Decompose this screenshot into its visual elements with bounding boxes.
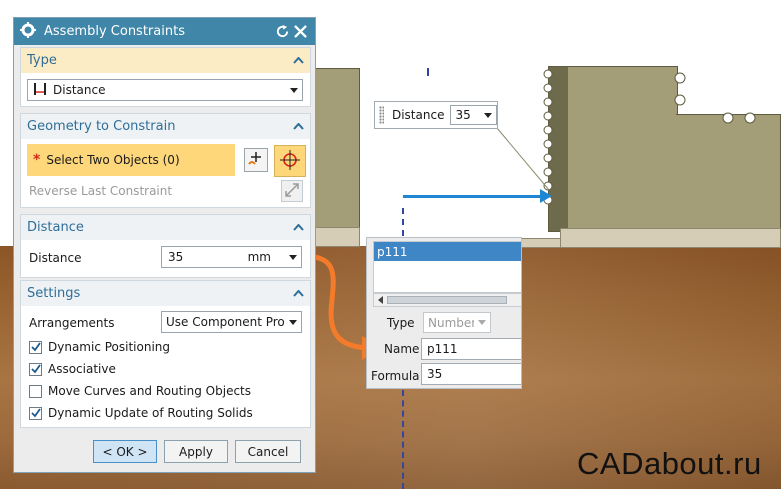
name-value: p111 <box>427 342 458 356</box>
type-section-header[interactable]: Type <box>21 48 310 73</box>
crosshair-icon <box>279 149 301 174</box>
settings-section-title: Settings <box>27 286 81 301</box>
checkbox-box[interactable] <box>29 340 42 354</box>
dialog-titlebar[interactable]: Assembly Constraints <box>14 18 315 45</box>
floating-distance-value: 35 <box>455 108 471 122</box>
scroll-thumb[interactable] <box>387 296 507 304</box>
reset-icon[interactable] <box>273 23 291 41</box>
gap-rail <box>521 238 561 248</box>
checkbox-label: Associative <box>48 362 116 376</box>
distance-section-header[interactable]: Distance <box>21 215 310 240</box>
watermark: CADabout.ru <box>577 446 762 481</box>
scroll-left-icon[interactable] <box>378 296 383 304</box>
expression-list[interactable]: p111 <box>373 241 521 293</box>
distance-label: Distance <box>29 251 82 265</box>
formula-value: 35 <box>427 367 443 381</box>
settings-section-header[interactable]: Settings <box>21 281 310 306</box>
reverse-icon <box>284 182 300 201</box>
distance-section-title: Distance <box>27 220 84 235</box>
expression-panel: p111 Type Number Name p111 Formula 35 <box>366 237 522 389</box>
constraint-axis-top <box>427 68 429 76</box>
distance-value: 35 <box>168 250 184 264</box>
chevron-down-icon <box>289 254 297 260</box>
type-section-title: Type <box>27 53 57 68</box>
type-dropdown: Number <box>423 312 491 333</box>
dialog-title: Assembly Constraints <box>44 24 185 39</box>
chevron-up-icon[interactable] <box>292 223 304 233</box>
add-object-button[interactable] <box>244 148 268 172</box>
arrangements-label: Arrangements <box>29 316 115 330</box>
formula-field[interactable]: 35 <box>421 363 521 385</box>
checkbox-box[interactable] <box>29 406 42 420</box>
checkbox-label: Dynamic Update of Routing Solids <box>48 406 253 420</box>
checkbox-label: Move Curves and Routing Objects <box>48 384 252 398</box>
reverse-last-constraint-label: Reverse Last Constraint <box>29 184 173 198</box>
arrangements-value: Use Component Properties <box>166 315 285 329</box>
formula-label: Formula <box>371 369 420 383</box>
floating-distance-dropdown[interactable]: 35 <box>450 105 497 125</box>
select-objects-label: Select Two Objects (0) <box>46 153 180 167</box>
floating-distance-label: Distance <box>391 108 445 122</box>
constraint-type-value: Distance <box>53 83 106 97</box>
chevron-down-icon <box>290 87 298 93</box>
direction-arrow-head <box>540 189 552 203</box>
right-rail <box>560 228 781 248</box>
constraint-axis-bottom <box>402 390 404 489</box>
arrangements-dropdown[interactable]: Use Component Properties <box>161 311 302 333</box>
name-label: Name <box>384 342 420 356</box>
dynamic-update-checkbox[interactable]: Dynamic Update of Routing Solids <box>29 405 253 421</box>
floating-distance-input[interactable]: Distance 35 <box>374 101 498 129</box>
name-field[interactable]: p111 <box>421 338 521 360</box>
constraint-type-dropdown[interactable]: Distance <box>27 79 303 101</box>
geometry-section-header[interactable]: Geometry to Constrain <box>21 114 310 139</box>
geometry-section: Geometry to Constrain * Select Two Objec… <box>20 113 311 208</box>
chevron-down-icon <box>484 112 492 118</box>
move-curves-checkbox[interactable]: Move Curves and Routing Objects <box>29 383 251 399</box>
chevron-down-icon <box>478 320 486 325</box>
checkbox-label: Dynamic Positioning <box>48 340 171 354</box>
type-value: Number <box>428 315 474 330</box>
reverse-constraint-button <box>281 180 303 202</box>
select-objects-row[interactable]: * Select Two Objects (0) <box>27 144 235 176</box>
close-icon[interactable] <box>291 23 309 41</box>
chevron-up-icon[interactable] <box>292 289 304 299</box>
cancel-button[interactable]: Cancel <box>235 440 301 463</box>
type-label: Type <box>387 316 415 330</box>
apply-button[interactable]: Apply <box>164 440 228 463</box>
ok-button[interactable]: < OK > <box>93 440 157 463</box>
expression-list-item[interactable]: p111 <box>374 242 521 261</box>
chevron-down-icon <box>289 319 297 325</box>
constraint-axis-mid <box>402 208 404 236</box>
gear-icon[interactable] <box>20 22 36 41</box>
chevron-up-icon[interactable] <box>292 56 304 66</box>
dynamic-positioning-checkbox[interactable]: Dynamic Positioning <box>29 339 170 355</box>
checkbox-box[interactable] <box>29 384 42 398</box>
right-component-teeth <box>543 69 756 205</box>
assembly-constraints-dialog: Assembly Constraints Type Distance Geome… <box>13 17 316 473</box>
settings-section: Settings Arrangements Use Component Prop… <box>20 280 311 428</box>
direction-arrow-shaft <box>403 195 543 198</box>
geometry-section-title: Geometry to Constrain <box>27 119 176 134</box>
checkbox-box[interactable] <box>29 362 42 376</box>
add-object-icon <box>247 150 265 171</box>
expression-list-scrollbar[interactable] <box>373 293 521 307</box>
distance-constraint-icon <box>32 82 48 99</box>
associative-checkbox[interactable]: Associative <box>29 361 116 377</box>
distance-input[interactable]: 35 mm <box>161 246 302 268</box>
drag-grip-icon[interactable] <box>379 106 384 124</box>
distance-unit: mm <box>247 250 271 264</box>
distance-section: Distance Distance 35 mm <box>20 214 311 278</box>
chevron-up-icon[interactable] <box>292 122 304 132</box>
required-star-icon: * <box>33 152 41 168</box>
point-select-button[interactable] <box>274 145 306 177</box>
type-section: Type Distance <box>20 47 311 107</box>
